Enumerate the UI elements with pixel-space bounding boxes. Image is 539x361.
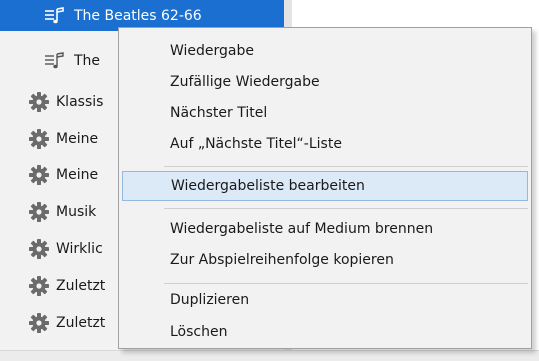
- menu-item-label: Löschen: [170, 324, 228, 340]
- gear-icon: [28, 164, 50, 186]
- menu-separator: [164, 208, 528, 209]
- menu-item-delete[interactable]: Löschen: [122, 317, 528, 347]
- sidebar-item-label: Zuletzt: [56, 314, 106, 331]
- gear-icon: [28, 128, 50, 150]
- menu-separator: [164, 283, 528, 284]
- menu-item-duplicate[interactable]: Duplizieren: [122, 285, 528, 315]
- menu-item-shuffle[interactable]: Zufällige Wiedergabe: [122, 67, 528, 97]
- gear-icon: [28, 91, 50, 113]
- sidebar-item-label: The: [74, 52, 101, 69]
- gear-icon: [28, 201, 50, 223]
- menu-item-label: Zur Abspielreihenfolge kopieren: [170, 252, 394, 268]
- menu-item-play[interactable]: Wiedergabe: [122, 36, 528, 66]
- menu-separator: [164, 166, 528, 167]
- menu-item-label: Wiedergabe: [170, 43, 255, 59]
- sidebar-item-label: Zuletzt: [56, 277, 106, 294]
- sidebar-item-label: Klassis: [56, 93, 104, 110]
- menu-item-label: Wiedergabeliste auf Medium brennen: [170, 221, 434, 237]
- sidebar-item-label: Meine: [56, 166, 99, 183]
- menu-item-label: Auf „Nächste Titel“-Liste: [170, 136, 342, 152]
- menu-item-edit-playlist[interactable]: Wiedergabeliste bearbeiten: [122, 171, 528, 201]
- menu-item-label: Nächster Titel: [170, 105, 268, 121]
- menu-item-play-next[interactable]: Nächster Titel: [122, 98, 528, 128]
- menu-item-label: Wiedergabeliste bearbeiten: [171, 178, 365, 194]
- music-list-icon: [44, 5, 66, 27]
- gear-icon: [28, 238, 50, 260]
- gear-icon: [28, 312, 50, 334]
- menu-item-add-to-up-next[interactable]: Auf „Nächste Titel“-Liste: [122, 129, 528, 159]
- sidebar-item-label: The Beatles 62-66: [74, 7, 202, 24]
- menu-item-label: Zufällige Wiedergabe: [170, 74, 320, 90]
- sidebar-item-label: Meine: [56, 130, 99, 147]
- sidebar-item-label: Musik: [56, 203, 97, 220]
- menu-item-burn-playlist[interactable]: Wiedergabeliste auf Medium brennen: [122, 214, 528, 244]
- context-menu: Wiedergabe Zufällige Wiedergabe Nächster…: [118, 27, 532, 349]
- sidebar-item-label: Wirklic: [56, 240, 103, 257]
- menu-item-copy-to-play-order[interactable]: Zur Abspielreihenfolge kopieren: [122, 245, 528, 275]
- music-list-icon: [44, 50, 66, 72]
- gear-icon: [28, 275, 50, 297]
- menu-item-label: Duplizieren: [170, 292, 250, 308]
